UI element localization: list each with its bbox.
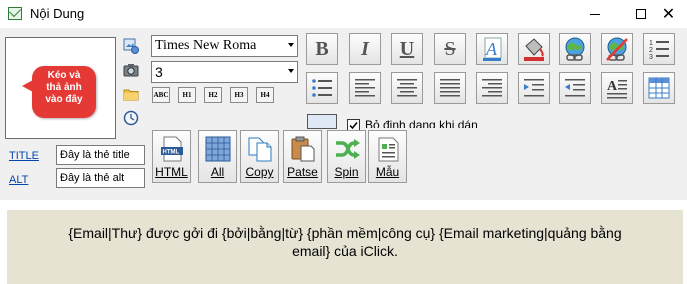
indent-button[interactable]	[518, 72, 550, 104]
bold-icon: B	[315, 37, 329, 60]
insert-table-button[interactable]	[643, 72, 675, 104]
heading2-button[interactable]: H2	[204, 87, 222, 103]
indent-icon	[524, 79, 544, 97]
justify-button[interactable]	[434, 72, 466, 104]
spin-label: Spin	[334, 165, 359, 179]
template-label: Mẫu	[375, 165, 400, 179]
italic-icon: I	[361, 37, 369, 60]
drop-hint-line: thả ảnh	[46, 82, 82, 93]
numbered-list-icon: 1 2 3	[649, 40, 669, 61]
align-left-button[interactable]	[349, 72, 381, 104]
clock-icon[interactable]	[123, 110, 139, 126]
chevron-down-icon	[288, 43, 294, 47]
bold-button[interactable]: B	[306, 33, 338, 65]
content-preview[interactable]: {Email|Thư} được gởi đi {bởi|bằng|từ} {p…	[7, 210, 683, 284]
bullet-list-icon	[312, 79, 332, 97]
camera-icon[interactable]	[123, 62, 139, 78]
paste-icon	[291, 136, 315, 162]
html-button-label: HTML	[155, 165, 188, 179]
insert-image-icon[interactable]	[123, 38, 139, 54]
drop-hint-line: vào đây	[45, 94, 83, 105]
app-icon	[8, 7, 22, 20]
preview-text: {Email|Thư} được gởi đi {bởi|bằng|từ} {p…	[68, 225, 622, 259]
strikethrough-icon: S	[444, 37, 456, 60]
spin-button[interactable]: Spin	[327, 130, 366, 183]
keep-format-label: Bỏ định dạng khi dán	[365, 118, 478, 128]
svg-text:HTML: HTML	[163, 150, 180, 156]
fill-color-button[interactable]	[518, 33, 550, 65]
minimize-icon	[590, 13, 600, 15]
remove-link-button[interactable]	[601, 33, 633, 65]
text-style-icon: A	[607, 79, 627, 99]
copy-button[interactable]: Copy	[240, 130, 279, 183]
table-icon	[648, 77, 670, 99]
heading4-button[interactable]: H4	[256, 87, 274, 103]
svg-text:2: 2	[649, 47, 653, 54]
paste-label: Patse	[287, 165, 318, 179]
window-titlebar: Nội Dung ✕	[0, 0, 687, 28]
template-button[interactable]: Mẫu	[368, 130, 407, 183]
shuffle-icon	[336, 139, 360, 159]
text-style-button[interactable]: A	[601, 72, 633, 104]
underline-icon: U	[399, 37, 415, 60]
svg-text:1: 1	[649, 40, 653, 47]
heading3-button[interactable]: H3	[230, 87, 248, 103]
select-all-label: All	[210, 165, 225, 179]
outdent-button[interactable]	[559, 72, 591, 104]
align-left-icon	[355, 79, 375, 97]
template-icon	[378, 137, 399, 162]
close-button[interactable]: ✕	[650, 0, 687, 28]
folder-icon[interactable]	[123, 86, 139, 102]
insert-link-button[interactable]	[559, 33, 591, 65]
font-color-icon: A	[483, 37, 502, 61]
copy-icon	[248, 137, 272, 162]
select-all-icon	[205, 136, 231, 162]
window-title: Nội Dung	[30, 6, 85, 21]
paste-format-icon	[307, 114, 337, 129]
align-center-icon	[397, 79, 417, 97]
paragraph-button[interactable]: ABC	[152, 87, 170, 103]
font-color-button[interactable]: A	[476, 33, 508, 65]
svg-text:A: A	[607, 79, 618, 94]
font-size-value: 3	[155, 64, 163, 80]
strikethrough-button[interactable]: S	[434, 33, 466, 65]
paste-button[interactable]: Patse	[283, 130, 322, 183]
title-link[interactable]: TITLE	[9, 150, 39, 162]
select-all-button[interactable]: All	[198, 130, 237, 183]
html-file-icon: HTML	[161, 136, 183, 162]
outdent-icon	[565, 79, 585, 97]
heading1-button[interactable]: H1	[178, 87, 196, 103]
globe-unlink-icon	[606, 37, 628, 61]
html-button[interactable]: HTML HTML	[152, 130, 191, 183]
svg-text:3: 3	[649, 54, 653, 61]
title-input[interactable]: Đây là thẻ title	[56, 145, 145, 165]
globe-link-icon	[565, 37, 585, 61]
font-family-value: Times New Roma	[155, 38, 257, 53]
bullet-list-button[interactable]	[306, 72, 338, 104]
font-family-select[interactable]: Times New Roma	[151, 35, 298, 57]
font-size-select[interactable]: 3	[151, 61, 298, 83]
chevron-down-icon	[288, 69, 294, 73]
maximize-icon	[636, 9, 646, 19]
justify-icon	[440, 79, 460, 97]
underline-button[interactable]: U	[391, 33, 423, 65]
numbered-list-button[interactable]: 1 2 3	[643, 33, 675, 65]
alt-input[interactable]: Đây là thẻ alt	[56, 168, 145, 188]
align-right-icon	[482, 79, 502, 97]
italic-button[interactable]: I	[349, 33, 381, 65]
align-center-button[interactable]	[391, 72, 423, 104]
drop-hint-line: Kéo và	[47, 70, 81, 81]
alt-link[interactable]: ALT	[9, 174, 28, 186]
paint-bucket-icon	[524, 38, 544, 61]
copy-label: Copy	[245, 165, 274, 179]
svg-text:A: A	[485, 39, 498, 59]
minimize-button[interactable]	[572, 0, 618, 28]
drop-hint-bubble: Kéo và thả ảnh vào đây	[22, 66, 96, 118]
align-right-button[interactable]	[476, 72, 508, 104]
close-icon: ✕	[661, 6, 676, 23]
